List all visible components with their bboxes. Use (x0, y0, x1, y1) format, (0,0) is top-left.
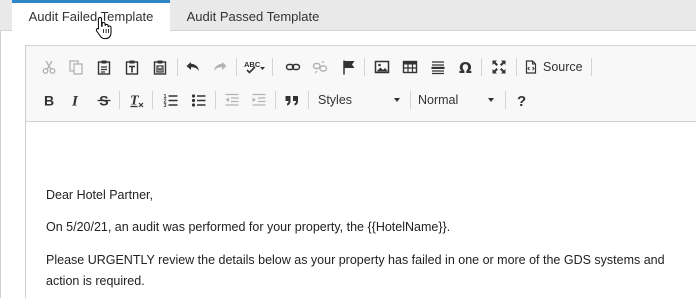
anchor-icon[interactable] (338, 56, 360, 78)
chevron-down-icon (394, 98, 400, 102)
toolbar-row-2: B I S T 123 Styles Normal ? (26, 86, 696, 116)
toolbar-separator (364, 58, 365, 76)
strikethrough-icon[interactable]: S (93, 89, 115, 111)
toolbar-separator (215, 91, 216, 109)
toolbar-separator (152, 91, 153, 109)
help-icon[interactable]: ? (511, 89, 533, 111)
numbered-list-icon[interactable]: 123 (160, 89, 182, 111)
horizontal-line-icon[interactable] (427, 56, 449, 78)
special-char-icon[interactable]: Ω (455, 56, 477, 78)
tab-audit-passed-template[interactable]: Audit Passed Template (170, 0, 336, 31)
tab-label: Audit Passed Template (186, 9, 320, 24)
toolbar-separator (119, 91, 120, 109)
svg-text:T: T (130, 94, 140, 109)
image-icon[interactable] (371, 56, 393, 78)
audit-date-paragraph: On 5/20/21, an audit was performed for y… (46, 220, 451, 234)
remove-format-icon[interactable]: T (126, 89, 148, 111)
source-icon (525, 60, 537, 74)
toolbar-row-1: ABC Ω Source (26, 53, 696, 83)
editor-toolbar: ABC Ω Source B I S T 1 2 3 Styles Normal… (26, 46, 696, 122)
link-icon[interactable] (282, 56, 304, 78)
toolbar-separator (481, 58, 482, 76)
italic-icon[interactable]: I (65, 89, 87, 111)
bulleted-list-icon[interactable] (188, 89, 210, 111)
svg-text:Ω: Ω (459, 59, 472, 75)
maximize-icon[interactable] (488, 56, 510, 78)
toolbar-separator (272, 58, 273, 76)
styles-label: Styles (318, 93, 353, 107)
format-label: Normal (418, 93, 459, 107)
svg-text:B: B (44, 93, 54, 109)
unlink-icon[interactable] (309, 56, 331, 78)
indent-icon[interactable] (248, 89, 270, 111)
blockquote-icon[interactable] (281, 89, 303, 111)
paste-word-icon[interactable] (149, 56, 171, 78)
outdent-icon[interactable] (221, 89, 243, 111)
svg-text:3: 3 (164, 103, 167, 108)
urgent-review-paragraph-continued: action is required. (46, 274, 145, 288)
chevron-down-icon (488, 98, 494, 102)
tab-audit-failed-template[interactable]: Audit Failed Template (12, 0, 170, 32)
paste-icon[interactable] (93, 56, 115, 78)
rich-text-editor: ABC Ω Source B I S T 1 2 3 Styles Normal… (25, 45, 696, 298)
redo-icon[interactable] (209, 56, 231, 78)
cut-icon[interactable] (38, 56, 60, 78)
spellcheck-icon[interactable]: ABC (241, 56, 269, 78)
svg-text:?: ? (517, 93, 526, 108)
svg-text:ABC: ABC (244, 60, 261, 69)
tab-label: Audit Failed Template (28, 9, 154, 24)
copy-icon[interactable] (65, 56, 87, 78)
urgent-review-paragraph: Please URGENTLY review the details below… (46, 253, 665, 267)
toolbar-separator (236, 58, 237, 76)
toolbar-separator (516, 58, 517, 76)
source-button[interactable]: Source (524, 56, 583, 78)
toolbar-separator (177, 58, 178, 76)
table-icon[interactable] (399, 56, 421, 78)
svg-text:I: I (71, 94, 79, 109)
toolbar-separator (410, 91, 411, 109)
editor-panel: ABC Ω Source B I S T 1 2 3 Styles Normal… (0, 31, 696, 298)
format-dropdown[interactable]: Normal (414, 89, 500, 111)
source-label: Source (543, 60, 583, 74)
styles-dropdown[interactable]: Styles (314, 89, 406, 111)
greeting-paragraph: Dear Hotel Partner, (46, 188, 153, 202)
toolbar-separator (275, 91, 276, 109)
paste-text-icon[interactable] (121, 56, 143, 78)
toolbar-separator (591, 58, 592, 76)
toolbar-separator (308, 91, 309, 109)
toolbar-separator (505, 91, 506, 109)
undo-icon[interactable] (182, 56, 204, 78)
bold-icon[interactable]: B (38, 89, 60, 111)
